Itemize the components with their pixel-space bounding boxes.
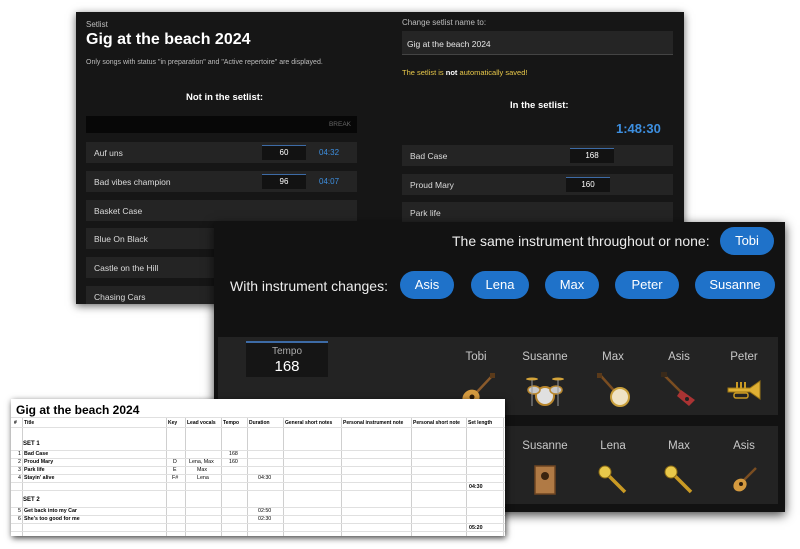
tempo-field[interactable]: 96 [262, 174, 306, 189]
musician-button-max[interactable]: Max [545, 271, 599, 299]
column-header: Tempo [223, 420, 240, 426]
save-warning: The setlist is not automatically saved! [402, 68, 528, 77]
song-title: Auf uns [94, 148, 123, 158]
same-instrument-label: The same instrument throughout or none: [452, 233, 710, 249]
trumpet-icon[interactable] [724, 370, 764, 410]
song-title: Proud Mary [410, 180, 454, 190]
setlist-title: Gig at the beach 2024 [86, 31, 251, 48]
song-duration: 04:32 [319, 148, 340, 157]
musician-name: Peter [730, 351, 758, 363]
musician-button-susanne[interactable]: Susanne [695, 271, 775, 299]
column-header: Key [168, 420, 178, 426]
in-setlist-heading: In the setlist: [510, 100, 569, 111]
set-length: 05:20 [469, 525, 483, 531]
set-label: SET 2 [23, 497, 40, 503]
spreadsheet-export: Gig at the beach 2024 # Title Key Lead v… [11, 399, 505, 536]
setlist-song-row[interactable]: Park life [402, 202, 673, 223]
filter-note: Only songs with status "in preparation" … [86, 59, 323, 66]
available-song-row[interactable]: Basket Case [86, 200, 357, 221]
song-title: Bad vibes champion [94, 177, 171, 187]
ukulele-icon[interactable] [724, 460, 764, 500]
tempo-value: 168 [274, 358, 300, 375]
column-header: Duration [249, 420, 270, 426]
not-in-setlist-heading: Not in the setlist: [186, 92, 264, 103]
setlist-song-row[interactable]: Proud Mary 160 [402, 174, 673, 195]
available-song-row[interactable]: Auf uns 60 04:32 [86, 142, 357, 163]
setlist-song-row[interactable]: Bad Case 168 [402, 145, 673, 166]
musician-name: Max [668, 440, 690, 452]
total-length: 1:48:30 [616, 121, 661, 136]
musician-name: Lena [600, 440, 626, 452]
song-title: Bad Case [410, 151, 448, 161]
song-title: Park life [410, 208, 441, 218]
musician-button-tobi[interactable]: Tobi [720, 227, 774, 255]
musician-name: Susanne [522, 440, 568, 452]
banjo-icon[interactable] [593, 370, 633, 410]
break-label: BREAK [328, 121, 351, 128]
song-title: Chasing Cars [94, 292, 146, 302]
microphone-icon[interactable] [659, 460, 699, 500]
available-song-row[interactable]: Bad vibes champion 96 04:07 [86, 171, 357, 192]
musician-button-lena[interactable]: Lena [471, 271, 529, 299]
break-item[interactable]: BREAK [86, 116, 357, 133]
setlist-name-value: Gig at the beach 2024 [407, 39, 491, 49]
tempo-label: Tempo [271, 346, 302, 357]
rename-label: Change setlist name to: [402, 18, 487, 27]
column-header: General short notes [285, 420, 333, 426]
column-header: Lead vocals [187, 420, 216, 426]
column-header: Set length [468, 420, 493, 426]
song-title: Castle on the Hill [94, 263, 159, 273]
musician-button-peter[interactable]: Peter [615, 271, 679, 299]
set-label: SET 1 [23, 441, 40, 447]
musician-name: Asis [668, 351, 690, 363]
instrument-changes-label: With instrument changes: [230, 278, 388, 294]
setlist-name-input[interactable]: Gig at the beach 2024 [402, 31, 673, 55]
musician-name: Susanne [522, 351, 568, 363]
tempo-display[interactable]: Tempo 168 [246, 341, 328, 377]
song-duration: 04:07 [319, 177, 340, 186]
drum-kit-icon[interactable] [525, 370, 565, 410]
song-title: Blue On Black [94, 234, 148, 244]
tempo-field[interactable]: 60 [262, 145, 306, 160]
musician-button-asis[interactable]: Asis [400, 271, 454, 299]
microphone-icon[interactable] [593, 460, 633, 500]
column-header: # [14, 420, 17, 426]
column-header: Title [24, 420, 35, 426]
tempo-field[interactable]: 168 [570, 148, 614, 163]
cajon-icon[interactable] [525, 460, 565, 500]
setlist-caption: Setlist [86, 20, 108, 29]
electric-bass-icon[interactable] [659, 370, 699, 410]
musician-name: Asis [733, 440, 755, 452]
tempo-field[interactable]: 160 [566, 177, 610, 192]
song-title: Basket Case [94, 206, 143, 216]
musician-name: Tobi [465, 351, 487, 363]
set-length: 04:30 [469, 484, 483, 490]
column-header: Personal instrument note [343, 420, 404, 426]
sheet-title: Gig at the beach 2024 [16, 403, 140, 417]
column-header: Personal short note [413, 420, 460, 426]
musician-name: Max [602, 351, 624, 363]
